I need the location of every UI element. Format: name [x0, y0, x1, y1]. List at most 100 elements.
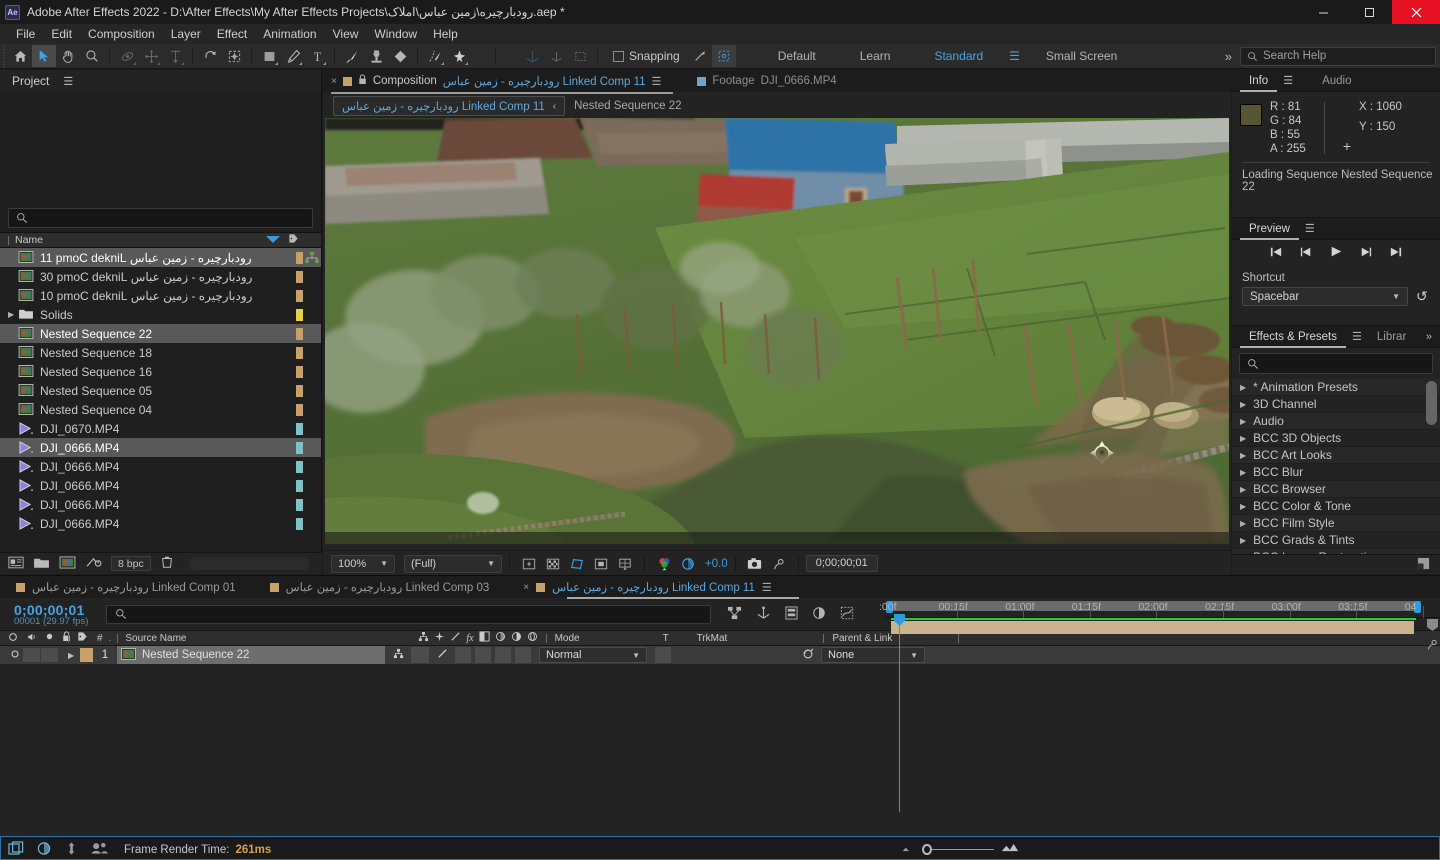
viewer-panel-menu-icon[interactable]: ☰ — [652, 75, 662, 88]
effects-category-row[interactable]: ▶ 3D Channel — [1232, 396, 1440, 413]
project-item-list[interactable]: رودبارچیره - زمین عباس Linked Comp 11 رود… — [0, 248, 321, 533]
disclosure-triangle-icon[interactable]: ▶ — [1240, 519, 1246, 528]
disclosure-triangle-icon[interactable]: ▶ — [1240, 502, 1246, 511]
item-label-color[interactable] — [296, 403, 303, 416]
effects-scrollbar[interactable] — [1426, 381, 1437, 425]
enable-frame-blending-icon[interactable] — [812, 606, 826, 623]
zoom-slider-track[interactable] — [931, 848, 994, 850]
disclosure-triangle-icon[interactable]: ▶ — [1240, 417, 1246, 426]
reset-shortcut-icon[interactable]: ↺ — [1416, 288, 1428, 305]
layer-quality-switch[interactable] — [433, 648, 451, 662]
exposure-icon[interactable] — [676, 554, 700, 574]
effects-overflow-icon[interactable]: » — [1420, 331, 1440, 343]
audio-switch-icon[interactable] — [26, 632, 37, 645]
project-item[interactable]: ▶ Solids — [0, 305, 321, 324]
item-label-color[interactable] — [296, 365, 303, 378]
layer-source-cell[interactable]: Nested Sequence 22 — [117, 646, 385, 664]
lock-icon[interactable] — [358, 74, 367, 88]
item-label-color[interactable] — [296, 441, 303, 454]
interpret-footage-icon[interactable] — [8, 556, 24, 572]
hand-tool[interactable] — [56, 45, 80, 67]
rotation-tool[interactable] — [198, 45, 222, 67]
menu-edit[interactable]: Edit — [43, 24, 80, 44]
play-icon[interactable] — [1329, 245, 1343, 261]
menu-composition[interactable]: Composition — [80, 24, 163, 44]
maximize-button[interactable] — [1346, 0, 1392, 24]
bit-depth-button[interactable]: 8 bpc — [111, 556, 151, 571]
project-panel-menu-icon[interactable]: ☰ — [63, 75, 73, 88]
project-item[interactable]: Nested Sequence 04 — [0, 400, 321, 419]
item-label-color[interactable] — [296, 479, 303, 492]
pen-tool[interactable] — [281, 45, 305, 67]
snapping-checkbox[interactable] — [613, 50, 624, 62]
workspace-standard[interactable]: Standard — [912, 44, 1005, 69]
search-help-field[interactable]: Search Help — [1240, 46, 1436, 66]
column-index-label[interactable]: # — [88, 633, 103, 644]
quality-switch-icon[interactable] — [450, 631, 461, 645]
parent-switch-icon[interactable] — [418, 631, 429, 645]
item-label-color[interactable] — [296, 308, 303, 321]
solo-switch-icon[interactable] — [45, 632, 54, 644]
layer-audio-toggle[interactable] — [23, 648, 40, 662]
3d-axis-icon[interactable] — [520, 45, 544, 67]
video-switch-icon[interactable] — [8, 632, 18, 645]
project-item[interactable]: Nested Sequence 05 — [0, 381, 321, 400]
tab-libraries[interactable]: Librar — [1368, 326, 1415, 348]
hide-shy-layers-icon[interactable] — [785, 606, 798, 623]
effects-category-row[interactable]: ▶ BCC Browser — [1232, 481, 1440, 498]
snapping-toggle[interactable]: Snapping — [613, 49, 680, 63]
graph-editor-icon[interactable] — [840, 606, 854, 623]
effects-switch-icon[interactable]: fx — [466, 633, 473, 644]
viewer-timecode[interactable]: 0;00;00;01 — [805, 555, 878, 572]
effects-category-row[interactable]: ▶ BCC Blur — [1232, 464, 1440, 481]
layer-label-color[interactable] — [80, 648, 93, 662]
item-label-color[interactable] — [296, 327, 303, 340]
eraser-tool[interactable] — [388, 45, 412, 67]
effects-category-row[interactable]: ▶ BCC Art Looks — [1232, 447, 1440, 464]
region-of-interest-icon[interactable] — [565, 554, 589, 574]
new-composition-icon[interactable] — [59, 555, 76, 572]
roto-brush-tool[interactable] — [423, 45, 447, 67]
info-panel-menu-icon[interactable]: ☰ — [1277, 74, 1299, 87]
item-label-color[interactable] — [296, 517, 303, 530]
exposure-value[interactable]: +0.0 — [705, 558, 728, 570]
menu-view[interactable]: View — [325, 24, 367, 44]
viewer-tab-composition[interactable]: × Composition رودبارچیره - زمین عباس Lin… — [331, 70, 671, 92]
workspace-default[interactable]: Default — [756, 44, 838, 69]
project-search-input[interactable] — [8, 208, 313, 228]
project-item[interactable]: رودبارچیره - زمین عباس Linked Comp 03 — [0, 267, 321, 286]
preview-panel-menu-icon[interactable]: ☰ — [1299, 222, 1321, 235]
comp-hierarchy-icon[interactable] — [305, 251, 319, 264]
menu-effect[interactable]: Effect — [209, 24, 255, 44]
dolly-tool[interactable] — [163, 45, 187, 67]
effects-category-row[interactable]: ▶ Audio — [1232, 413, 1440, 430]
sort-descending-icon[interactable] — [265, 235, 281, 246]
zoom-tool[interactable] — [80, 45, 104, 67]
project-item[interactable]: Nested Sequence 22 — [0, 324, 321, 343]
menu-animation[interactable]: Animation — [255, 24, 324, 44]
effects-category-row[interactable]: ▶ BCC Color & Tone — [1232, 498, 1440, 515]
show-snapshot-icon[interactable] — [767, 554, 791, 574]
zoom-out-icon[interactable] — [900, 842, 916, 856]
project-item[interactable]: DJI_0666.MP4 — [0, 438, 321, 457]
project-item[interactable]: رودبارچیره - زمین عباس Linked Comp 01 — [0, 286, 321, 305]
channel-icon[interactable] — [652, 554, 676, 574]
timeline-panel-menu-icon[interactable]: ☰ — [762, 581, 772, 594]
fast-previews-icon[interactable] — [517, 554, 541, 574]
item-label-color[interactable] — [296, 289, 303, 302]
project-item[interactable]: Nested Sequence 16 — [0, 362, 321, 381]
disclosure-triangle-icon[interactable]: ▶ — [1240, 451, 1246, 460]
track-area-cap-icon[interactable] — [1426, 618, 1440, 632]
project-item[interactable]: DJI_0666.MP4 — [0, 457, 321, 476]
collapse-transformations-icon[interactable] — [434, 631, 445, 645]
snapping-arrow-icon[interactable] — [688, 45, 712, 67]
tab-preview[interactable]: Preview — [1240, 218, 1299, 240]
effects-category-list[interactable]: ▶ * Animation Presets ▶ 3D Channel ▶ Audio ▶ BC… — [1232, 379, 1440, 554]
menu-help[interactable]: Help — [425, 24, 466, 44]
adjustment-layer-switch-icon[interactable] — [511, 631, 522, 645]
sync-settings-icon[interactable] — [36, 841, 52, 859]
disclosure-triangle-icon[interactable]: ▶ — [1240, 468, 1246, 477]
puppet-pin-tool[interactable] — [447, 45, 471, 67]
column-tag-icon[interactable] — [288, 233, 299, 247]
timeline-tab-comp-11[interactable]: × رودبارچیره - زمین عباس Linked Comp 11 … — [523, 576, 771, 598]
